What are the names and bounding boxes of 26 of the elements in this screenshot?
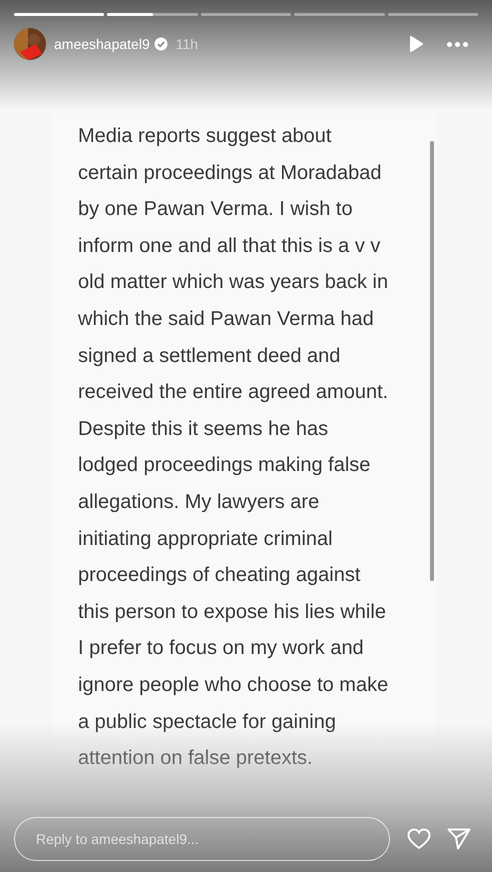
post-time: 11h [176, 34, 198, 54]
note-text-line: inform one and all that this is a v v [78, 234, 382, 259]
note-text-line: received the entire agreed amount. [78, 380, 390, 406]
note-text-line: I prefer to focus on my work and [78, 636, 365, 662]
note-text-line: proceedings of cheating against [78, 563, 362, 588]
note-text-line: attention on false pretexts. [78, 746, 314, 772]
play-icon[interactable] [409, 36, 423, 52]
avatar[interactable] [14, 28, 46, 60]
reply-field[interactable]: Reply to ameeshapatel9... [14, 817, 390, 861]
note-text-line: certain proceedings at Moradabad [78, 160, 383, 186]
more-options-icon[interactable] [447, 42, 468, 46]
note-text-line: old matter which was years back in [78, 270, 390, 296]
note-text-line: Media reports suggest about [78, 124, 332, 149]
note-text-line: this person to expose his lies while [78, 600, 387, 625]
note-text-line: signed a settlement deed and [78, 344, 342, 369]
note-text-line: ignore people who choose to make [78, 672, 390, 698]
note-text-line: which the said Pawan Verma had [78, 306, 375, 332]
send-icon[interactable] [447, 828, 471, 850]
note-text-line: Despite this it seems he has [78, 416, 330, 442]
note-text-line: a public spectacle for gaining [78, 710, 337, 734]
username[interactable]: ameeshapatel9 [54, 34, 150, 54]
heart-icon[interactable] [407, 828, 431, 850]
note-text-line: initiating appropriate criminal [78, 526, 334, 552]
note-text-line: allegations. My lawyers are [78, 490, 320, 515]
note-text-line: by one Pawan Verma. I wish to [78, 197, 354, 222]
note-text-line: lodged proceedings making false [78, 453, 372, 478]
